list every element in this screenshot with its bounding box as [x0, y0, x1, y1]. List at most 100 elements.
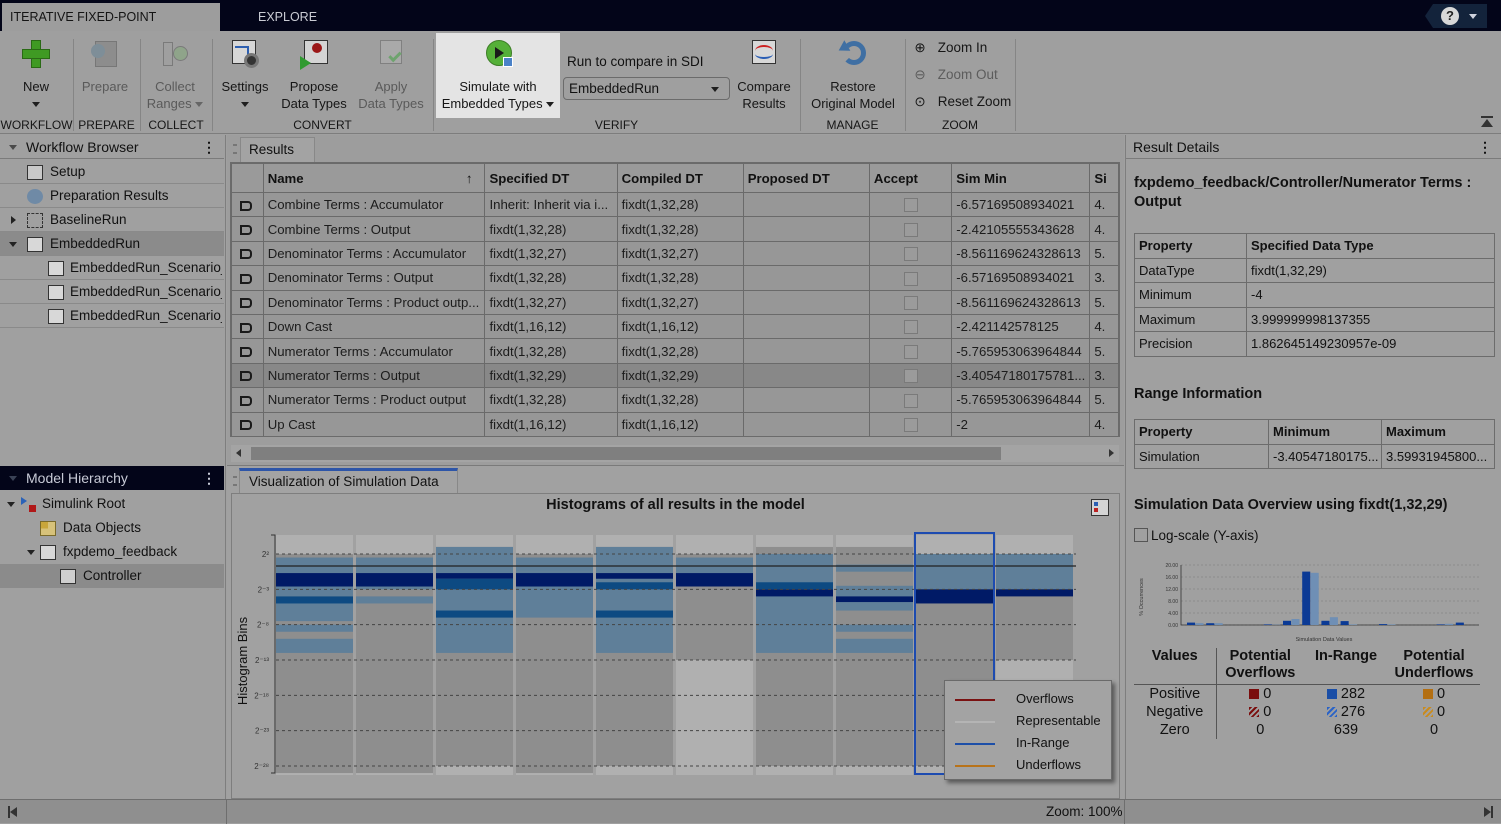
reset-zoom-button[interactable]: ⊙ Reset Zoom: [912, 94, 1011, 110]
compare-results-button[interactable]: Compare Results: [734, 38, 794, 112]
section-zoom: ZOOM: [905, 118, 1015, 132]
table-row[interactable]: Combine Terms : AccumulatorInherit: Inhe…: [232, 193, 1119, 217]
cell-proposed-dt[interactable]: [743, 314, 869, 338]
table-row[interactable]: Denominator Terms : Product outp...fixdt…: [232, 290, 1119, 314]
accept-checkbox[interactable]: [904, 247, 918, 261]
cell-proposed-dt[interactable]: [743, 217, 869, 241]
workflow-item-embeddedrun[interactable]: EmbeddedRun: [0, 232, 224, 256]
tab-visualization[interactable]: Visualization of Simulation Data: [239, 468, 458, 493]
hierarchy-item-data-objects[interactable]: Data Objects: [0, 516, 224, 540]
table-row[interactable]: Denominator Terms : Accumulatorfixdt(1,3…: [232, 241, 1119, 265]
scroll-right-icon[interactable]: [1109, 449, 1114, 457]
cell-proposed-dt[interactable]: [743, 266, 869, 290]
simulate-with-embedded-types-button[interactable]: Simulate with Embedded Types: [438, 38, 558, 112]
new-button[interactable]: New: [8, 38, 64, 112]
hierarchy-item-fxpdemo-feedback[interactable]: fxpdemo_feedback: [0, 540, 224, 564]
legend-toggle-button[interactable]: [1091, 499, 1109, 516]
collect-ranges-button[interactable]: Collect Ranges: [145, 38, 205, 112]
workflow-item-baselinerun[interactable]: BaselineRun: [0, 208, 224, 232]
log-scale-checkbox[interactable]: Log-scale (Y-axis): [1134, 528, 1259, 543]
horizontal-scrollbar[interactable]: [231, 445, 1119, 462]
restore-original-model-button[interactable]: Restore Original Model: [805, 38, 901, 112]
collapse-icon[interactable]: [9, 476, 17, 481]
cell-proposed-dt[interactable]: [743, 363, 869, 387]
more-options-icon[interactable]: ⋮: [202, 466, 216, 490]
sort-ascending-icon[interactable]: ↑: [466, 171, 473, 186]
workflow-item-scenario[interactable]: EmbeddedRun_Scenario_: [0, 256, 224, 280]
zoom-out-button[interactable]: ⊖ Zoom Out: [912, 67, 998, 83]
workflow-item-scenario[interactable]: EmbeddedRun_Scenario_: [0, 280, 224, 304]
propose-data-types-button[interactable]: Propose Data Types: [278, 38, 350, 112]
accept-checkbox[interactable]: [904, 272, 918, 286]
cell-proposed-dt[interactable]: [743, 241, 869, 265]
y-tick-label: 12.00: [1165, 587, 1178, 593]
collapse-icon[interactable]: [27, 550, 35, 555]
cell-sim-max: 4.: [1090, 314, 1119, 338]
prepare-button[interactable]: Prepare: [78, 38, 132, 95]
workflow-item-preparation-results[interactable]: Preparation Results: [0, 184, 224, 208]
run-compare-dropdown[interactable]: EmbeddedRun: [563, 77, 730, 100]
signal-port-icon: [240, 249, 252, 259]
signal-port-icon: [240, 420, 252, 430]
scrollbar-thumb[interactable]: [251, 447, 1001, 460]
zoom-in-button[interactable]: ⊕ Zoom In: [912, 40, 987, 56]
cell-proposed-dt[interactable]: [743, 412, 869, 436]
cell-name: Numerator Terms : Output: [263, 363, 485, 387]
table-row[interactable]: Numerator Terms : Outputfixdt(1,32,29)fi…: [232, 363, 1119, 387]
apply-data-types-button[interactable]: Apply Data Types: [354, 38, 428, 112]
scroll-left-icon[interactable]: [236, 449, 241, 457]
results-table: Name↑ Specified DT Compiled DT Proposed …: [231, 163, 1119, 437]
accept-checkbox[interactable]: [904, 296, 918, 310]
column-header-name[interactable]: Name↑: [263, 164, 485, 193]
accept-checkbox[interactable]: [904, 198, 918, 212]
table-row[interactable]: Numerator Terms : Product outputfixdt(1,…: [232, 388, 1119, 412]
hierarchy-item-simulink-root[interactable]: Simulink Root: [0, 492, 224, 516]
more-options-icon[interactable]: ⋮: [1478, 135, 1492, 159]
table-row[interactable]: Numerator Terms : Accumulatorfixdt(1,32,…: [232, 339, 1119, 363]
bar-positive: [1437, 624, 1445, 625]
cell-proposed-dt[interactable]: [743, 388, 869, 412]
accept-checkbox[interactable]: [904, 345, 918, 359]
scroll-end-icon[interactable]: [1484, 806, 1494, 818]
hierarchy-item-controller[interactable]: Controller: [0, 564, 224, 588]
cell-proposed-dt[interactable]: [743, 193, 869, 217]
cell-compiled-dt: fixdt(1,32,27): [617, 290, 743, 314]
tab-iterative-fixed-point-conversion[interactable]: ITERATIVE FIXED-POINT CONVERSION: [2, 3, 220, 31]
collapse-icon[interactable]: [9, 242, 17, 247]
expand-icon[interactable]: [11, 216, 16, 224]
table-row[interactable]: Down Castfixdt(1,16,12)fixdt(1,16,12)-2.…: [232, 314, 1119, 338]
checkbox-icon[interactable]: [1134, 528, 1148, 542]
table-row[interactable]: Combine Terms : Outputfixdt(1,32,28)fixd…: [232, 217, 1119, 241]
cell-specified-dt: fixdt(1,32,28): [485, 217, 617, 241]
workflow-item-setup[interactable]: Setup: [0, 160, 224, 184]
accept-checkbox[interactable]: [904, 418, 918, 432]
tab-results[interactable]: Results: [240, 137, 315, 163]
table-row[interactable]: Up Castfixdt(1,16,12)fixdt(1,16,12)-24.: [232, 412, 1119, 436]
column-header-accept[interactable]: Accept: [869, 164, 951, 193]
settings-button[interactable]: Settings: [216, 38, 274, 112]
collapse-icon[interactable]: [7, 502, 15, 507]
cell-proposed-dt[interactable]: [743, 290, 869, 314]
table-row[interactable]: Denominator Terms : Outputfixdt(1,32,28)…: [232, 266, 1119, 290]
column-header-proposed-dt[interactable]: Proposed DT: [743, 164, 869, 193]
collapse-icon[interactable]: [9, 145, 17, 150]
column-header-compiled-dt[interactable]: Compiled DT: [617, 164, 743, 193]
signal-port-icon: [240, 298, 252, 308]
collapse-toolstrip-button[interactable]: [1481, 116, 1495, 128]
accept-checkbox[interactable]: [904, 223, 918, 237]
accept-checkbox[interactable]: [904, 320, 918, 334]
column-header-sim-max[interactable]: Si: [1090, 164, 1119, 193]
drag-handle-icon[interactable]: [233, 476, 237, 486]
scroll-start-icon[interactable]: [8, 806, 18, 818]
drag-handle-icon[interactable]: [233, 144, 237, 154]
more-options-icon[interactable]: ⋮: [202, 135, 216, 159]
tab-explore[interactable]: EXPLORE: [250, 3, 325, 31]
accept-checkbox[interactable]: [904, 369, 918, 383]
in-range-dense-bin: [356, 573, 433, 586]
workflow-item-scenario[interactable]: EmbeddedRun_Scenario_: [0, 304, 224, 328]
cell-proposed-dt[interactable]: [743, 339, 869, 363]
accept-checkbox[interactable]: [904, 394, 918, 408]
column-header-specified-dt[interactable]: Specified DT: [485, 164, 617, 193]
column-header-sim-min[interactable]: Sim Min: [952, 164, 1090, 193]
help-button[interactable]: ?: [1425, 4, 1487, 28]
